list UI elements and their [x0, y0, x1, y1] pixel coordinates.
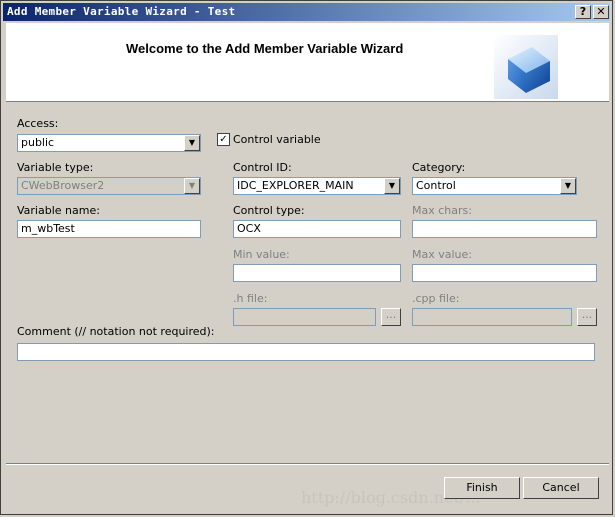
h-file-input[interactable]	[233, 308, 376, 326]
variable-type-label: Variable type:	[17, 161, 94, 174]
title-bar[interactable]: Add Member Variable Wizard - Test ? ✕	[3, 3, 610, 21]
control-id-combo[interactable]: IDC_EXPLORER_MAIN ▼	[233, 177, 401, 195]
control-type-label: Control type:	[233, 204, 305, 217]
max-value-label: Max value:	[412, 248, 472, 261]
max-chars-input[interactable]	[412, 220, 597, 238]
access-combo[interactable]: public ▼	[17, 134, 201, 152]
control-type-input[interactable]: OCX	[233, 220, 401, 238]
control-id-value: IDC_EXPLORER_MAIN	[237, 179, 354, 192]
cpp-file-input[interactable]	[412, 308, 572, 326]
comment-input[interactable]	[17, 343, 595, 361]
finish-button[interactable]: Finish	[444, 477, 520, 499]
category-label: Category:	[412, 161, 466, 174]
variable-name-label: Variable name:	[17, 204, 100, 217]
max-value-input[interactable]	[412, 264, 597, 282]
control-id-label: Control ID:	[233, 161, 292, 174]
wizard-dialog: Add Member Variable Wizard - Test ? ✕ We…	[0, 0, 613, 515]
access-label: Access:	[17, 117, 59, 130]
cube-icon	[494, 35, 558, 99]
access-value: public	[21, 136, 55, 149]
help-button[interactable]: ?	[575, 5, 591, 19]
control-variable-label: Control variable	[233, 133, 321, 146]
page-title: Welcome to the Add Member Variable Wizar…	[126, 41, 404, 56]
cpp-file-label: .cpp file:	[412, 292, 460, 305]
variable-type-value: CWebBrowser2	[21, 179, 105, 192]
control-variable-checkbox[interactable]: ✓	[217, 133, 230, 146]
cpp-file-browse-button[interactable]: ...	[577, 308, 597, 326]
chevron-down-icon[interactable]: ▼	[384, 178, 400, 194]
h-file-browse-button[interactable]: ...	[381, 308, 401, 326]
variable-type-combo[interactable]: CWebBrowser2 ▼	[17, 177, 201, 195]
h-file-label: .h file:	[233, 292, 268, 305]
max-chars-label: Max chars:	[412, 204, 472, 217]
footer-divider	[6, 463, 609, 465]
min-value-label: Min value:	[233, 248, 290, 261]
window-title: Add Member Variable Wizard - Test	[7, 5, 236, 18]
min-value-input[interactable]	[233, 264, 401, 282]
chevron-down-icon[interactable]: ▼	[184, 178, 200, 194]
category-combo[interactable]: Control ▼	[412, 177, 577, 195]
category-value: Control	[416, 179, 456, 192]
cancel-button[interactable]: Cancel	[523, 477, 599, 499]
chevron-down-icon[interactable]: ▼	[184, 135, 200, 151]
variable-name-input[interactable]: m_wbTest	[17, 220, 201, 238]
chevron-down-icon[interactable]: ▼	[560, 178, 576, 194]
wizard-header: Welcome to the Add Member Variable Wizar…	[6, 23, 609, 102]
comment-label: Comment (// notation not required):	[17, 325, 215, 338]
close-button[interactable]: ✕	[593, 5, 609, 19]
